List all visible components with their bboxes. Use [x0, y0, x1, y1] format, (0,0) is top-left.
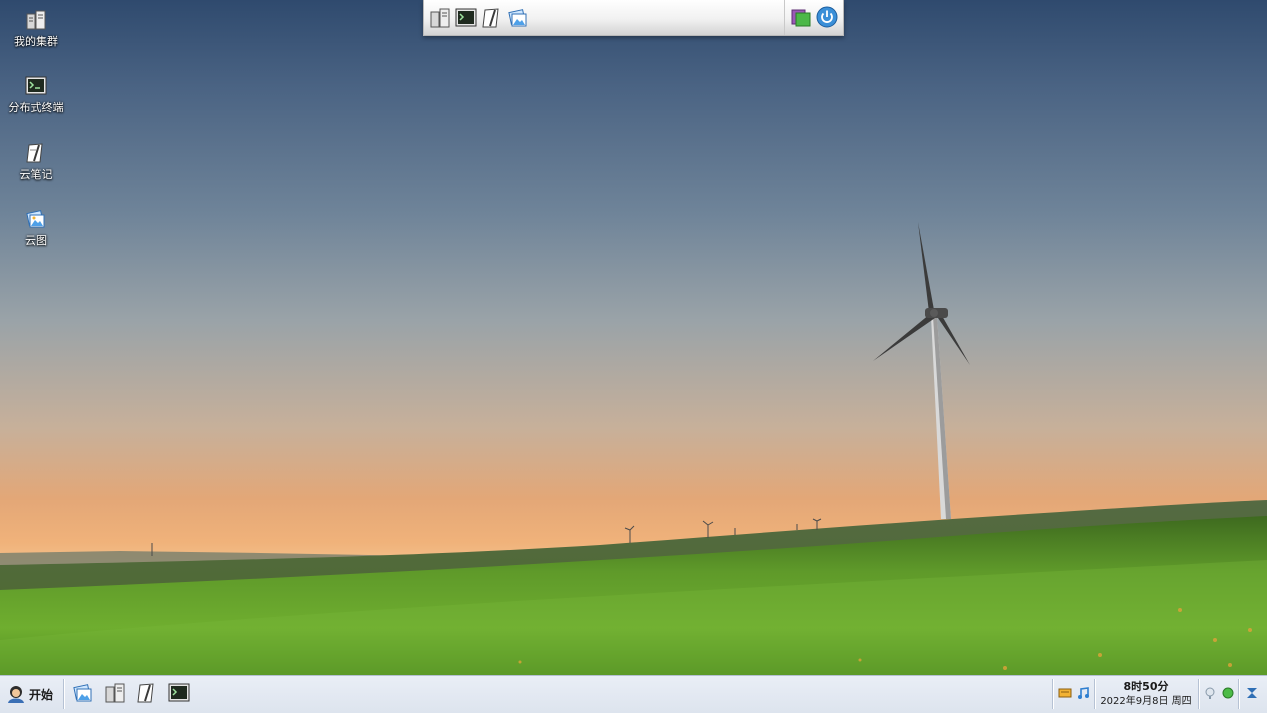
- status-green-icon[interactable]: [1222, 686, 1234, 700]
- notes-icon[interactable]: [481, 7, 503, 29]
- desktop-icon-label: 分布式终端: [8, 101, 64, 114]
- keyboard-icon[interactable]: [1058, 686, 1072, 700]
- notes-icon: [26, 143, 43, 163]
- cluster-servers-icon[interactable]: [104, 682, 126, 704]
- terminal-icon[interactable]: [455, 7, 477, 29]
- cluster-servers-icon[interactable]: [429, 7, 451, 29]
- cluster-servers-icon: [26, 10, 46, 30]
- desktop-icon-distributed-terminal[interactable]: 分布式终端: [4, 75, 68, 115]
- dock-separator: [784, 0, 785, 35]
- music-icon[interactable]: [1076, 686, 1090, 700]
- desktop-icon-label: 云笔记: [19, 168, 53, 181]
- quick-launch: [72, 682, 190, 704]
- power-icon[interactable]: [816, 6, 838, 28]
- system-tray-right: [1204, 686, 1234, 700]
- show-desktop-icon[interactable]: [1245, 685, 1259, 701]
- start-label: 开始: [29, 687, 54, 702]
- taskbar-separator: [63, 679, 65, 709]
- desktop-icon-cloud-image[interactable]: 云图: [4, 208, 68, 248]
- cloud-image-icon[interactable]: [507, 7, 529, 29]
- start-button[interactable]: 开始: [6, 683, 53, 705]
- desktop-icon-label: 我的集群: [14, 35, 58, 48]
- clock-time: 8时50分: [1123, 680, 1169, 693]
- desktop: 我的集群 分布式终端 云笔记 云图 开始 8时50分 2022年9月8日 周四: [0, 0, 1267, 713]
- clock[interactable]: 8时50分 2022年9月8日 周四: [1096, 679, 1196, 709]
- notes-icon[interactable]: [136, 682, 158, 704]
- wallpaper-landscape: [0, 222, 1267, 676]
- taskbar-separator: [1052, 679, 1054, 709]
- top-dock: [423, 0, 844, 36]
- terminal-icon: [25, 76, 47, 95]
- taskbar-separator: [1238, 679, 1240, 709]
- terminal-icon[interactable]: [168, 682, 190, 704]
- cloud-image-icon: [26, 210, 45, 228]
- taskbar: 开始 8时50分 2022年9月8日 周四: [0, 675, 1267, 713]
- network-icon[interactable]: [1204, 686, 1216, 700]
- folder-icon[interactable]: [790, 6, 812, 28]
- user-avatar-icon: [8, 686, 24, 703]
- taskbar-separator: [1198, 679, 1200, 709]
- desktop-icon-my-cluster[interactable]: 我的集群: [4, 9, 68, 49]
- desktop-icon-cloud-notes[interactable]: 云笔记: [4, 142, 68, 182]
- clock-date: 2022年9月8日 周四: [1100, 696, 1192, 707]
- cloud-image-icon[interactable]: [72, 682, 94, 704]
- wind-turbine: [873, 222, 970, 519]
- system-tray-left: [1058, 686, 1090, 700]
- desktop-icon-label: 云图: [25, 234, 47, 247]
